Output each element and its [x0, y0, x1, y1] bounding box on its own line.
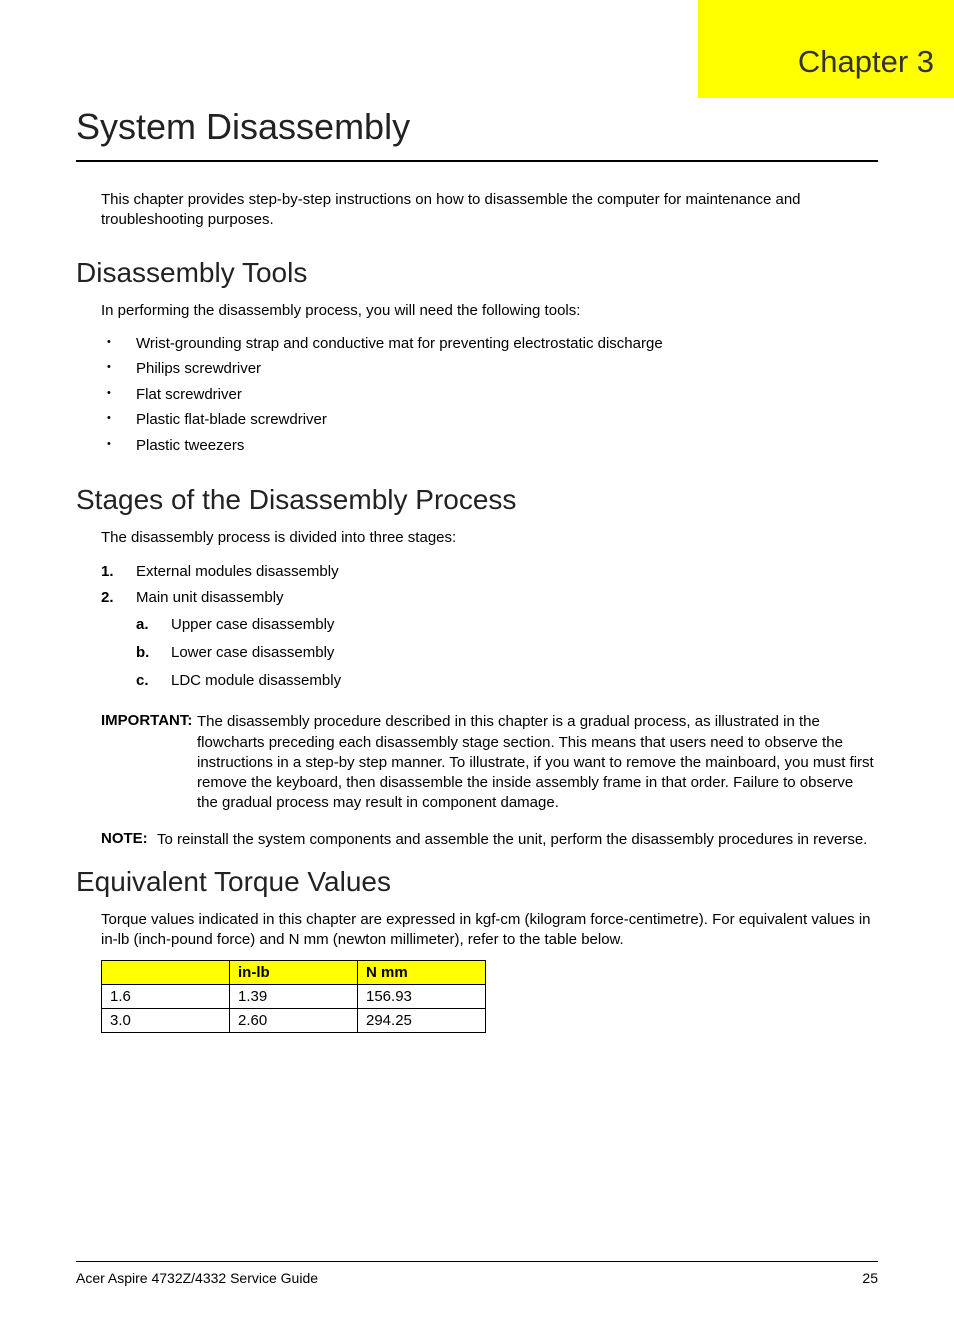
list-text: LDC module disassembly	[171, 672, 341, 689]
tools-lead: In performing the disassembly process, y…	[101, 301, 878, 321]
important-label: IMPORTANT:	[101, 712, 197, 813]
torque-table: in-lb N mm 1.6 1.39 156.93 3.0 2.60 294.…	[101, 960, 486, 1033]
note-callout: NOTE: To reinstall the system components…	[101, 830, 878, 850]
list-text: Main unit disassembly	[136, 589, 284, 606]
list-marker: 1.	[101, 559, 114, 585]
list-item: Plastic tweezers	[101, 433, 878, 459]
table-cell: 2.60	[230, 1009, 358, 1033]
page-footer: Acer Aspire 4732Z/4332 Service Guide 25	[76, 1261, 878, 1286]
list-marker: c.	[136, 667, 149, 695]
list-item: a. Upper case disassembly	[136, 611, 878, 639]
list-item: 2. Main unit disassembly a. Upper case d…	[101, 585, 878, 695]
page-title: System Disassembly	[76, 106, 878, 162]
table-cell: 3.0	[102, 1009, 230, 1033]
table-cell: 156.93	[358, 985, 486, 1009]
note-body: To reinstall the system components and a…	[157, 830, 867, 850]
note-label: NOTE:	[101, 830, 157, 850]
list-text: External modules disassembly	[136, 563, 339, 580]
table-row: 3.0 2.60 294.25	[102, 1009, 486, 1033]
list-marker: a.	[136, 611, 149, 639]
list-marker: b.	[136, 639, 149, 667]
list-item: Wrist-grounding strap and conductive mat…	[101, 331, 878, 357]
footer-page-number: 25	[862, 1270, 878, 1286]
list-item: c. LDC module disassembly	[136, 667, 878, 695]
torque-lead: Torque values indicated in this chapter …	[101, 910, 878, 951]
intro-paragraph: This chapter provides step-by-step instr…	[101, 190, 878, 231]
list-item: b. Lower case disassembly	[136, 639, 878, 667]
list-item: Flat screwdriver	[101, 382, 878, 408]
list-text: Lower case disassembly	[171, 644, 334, 661]
table-cell: 294.25	[358, 1009, 486, 1033]
torque-heading: Equivalent Torque Values	[76, 866, 878, 898]
stages-heading: Stages of the Disassembly Process	[76, 484, 878, 516]
tools-heading: Disassembly Tools	[76, 257, 878, 289]
table-header-row: in-lb N mm	[102, 961, 486, 985]
stages-lead: The disassembly process is divided into …	[101, 528, 878, 548]
table-header: N mm	[358, 961, 486, 985]
list-marker: 2.	[101, 585, 114, 611]
list-item: Philips screwdriver	[101, 356, 878, 382]
table-cell: 1.39	[230, 985, 358, 1009]
important-callout: IMPORTANT: The disassembly procedure des…	[101, 712, 878, 813]
table-cell: 1.6	[102, 985, 230, 1009]
important-body: The disassembly procedure described in t…	[197, 712, 878, 813]
table-header: in-lb	[230, 961, 358, 985]
document-page: Chapter 3 System Disassembly This chapte…	[0, 0, 954, 1336]
tools-list: Wrist-grounding strap and conductive mat…	[101, 331, 878, 459]
stages-list: 1. External modules disassembly 2. Main …	[101, 559, 878, 695]
table-row: 1.6 1.39 156.93	[102, 985, 486, 1009]
list-item: Plastic flat-blade screwdriver	[101, 407, 878, 433]
chapter-badge: Chapter 3	[698, 0, 954, 98]
table-header	[102, 961, 230, 985]
list-text: Upper case disassembly	[171, 616, 334, 633]
footer-left: Acer Aspire 4732Z/4332 Service Guide	[76, 1270, 318, 1286]
chapter-label: Chapter 3	[798, 44, 934, 80]
stages-sublist: a. Upper case disassembly b. Lower case …	[136, 611, 878, 694]
list-item: 1. External modules disassembly	[101, 559, 878, 585]
